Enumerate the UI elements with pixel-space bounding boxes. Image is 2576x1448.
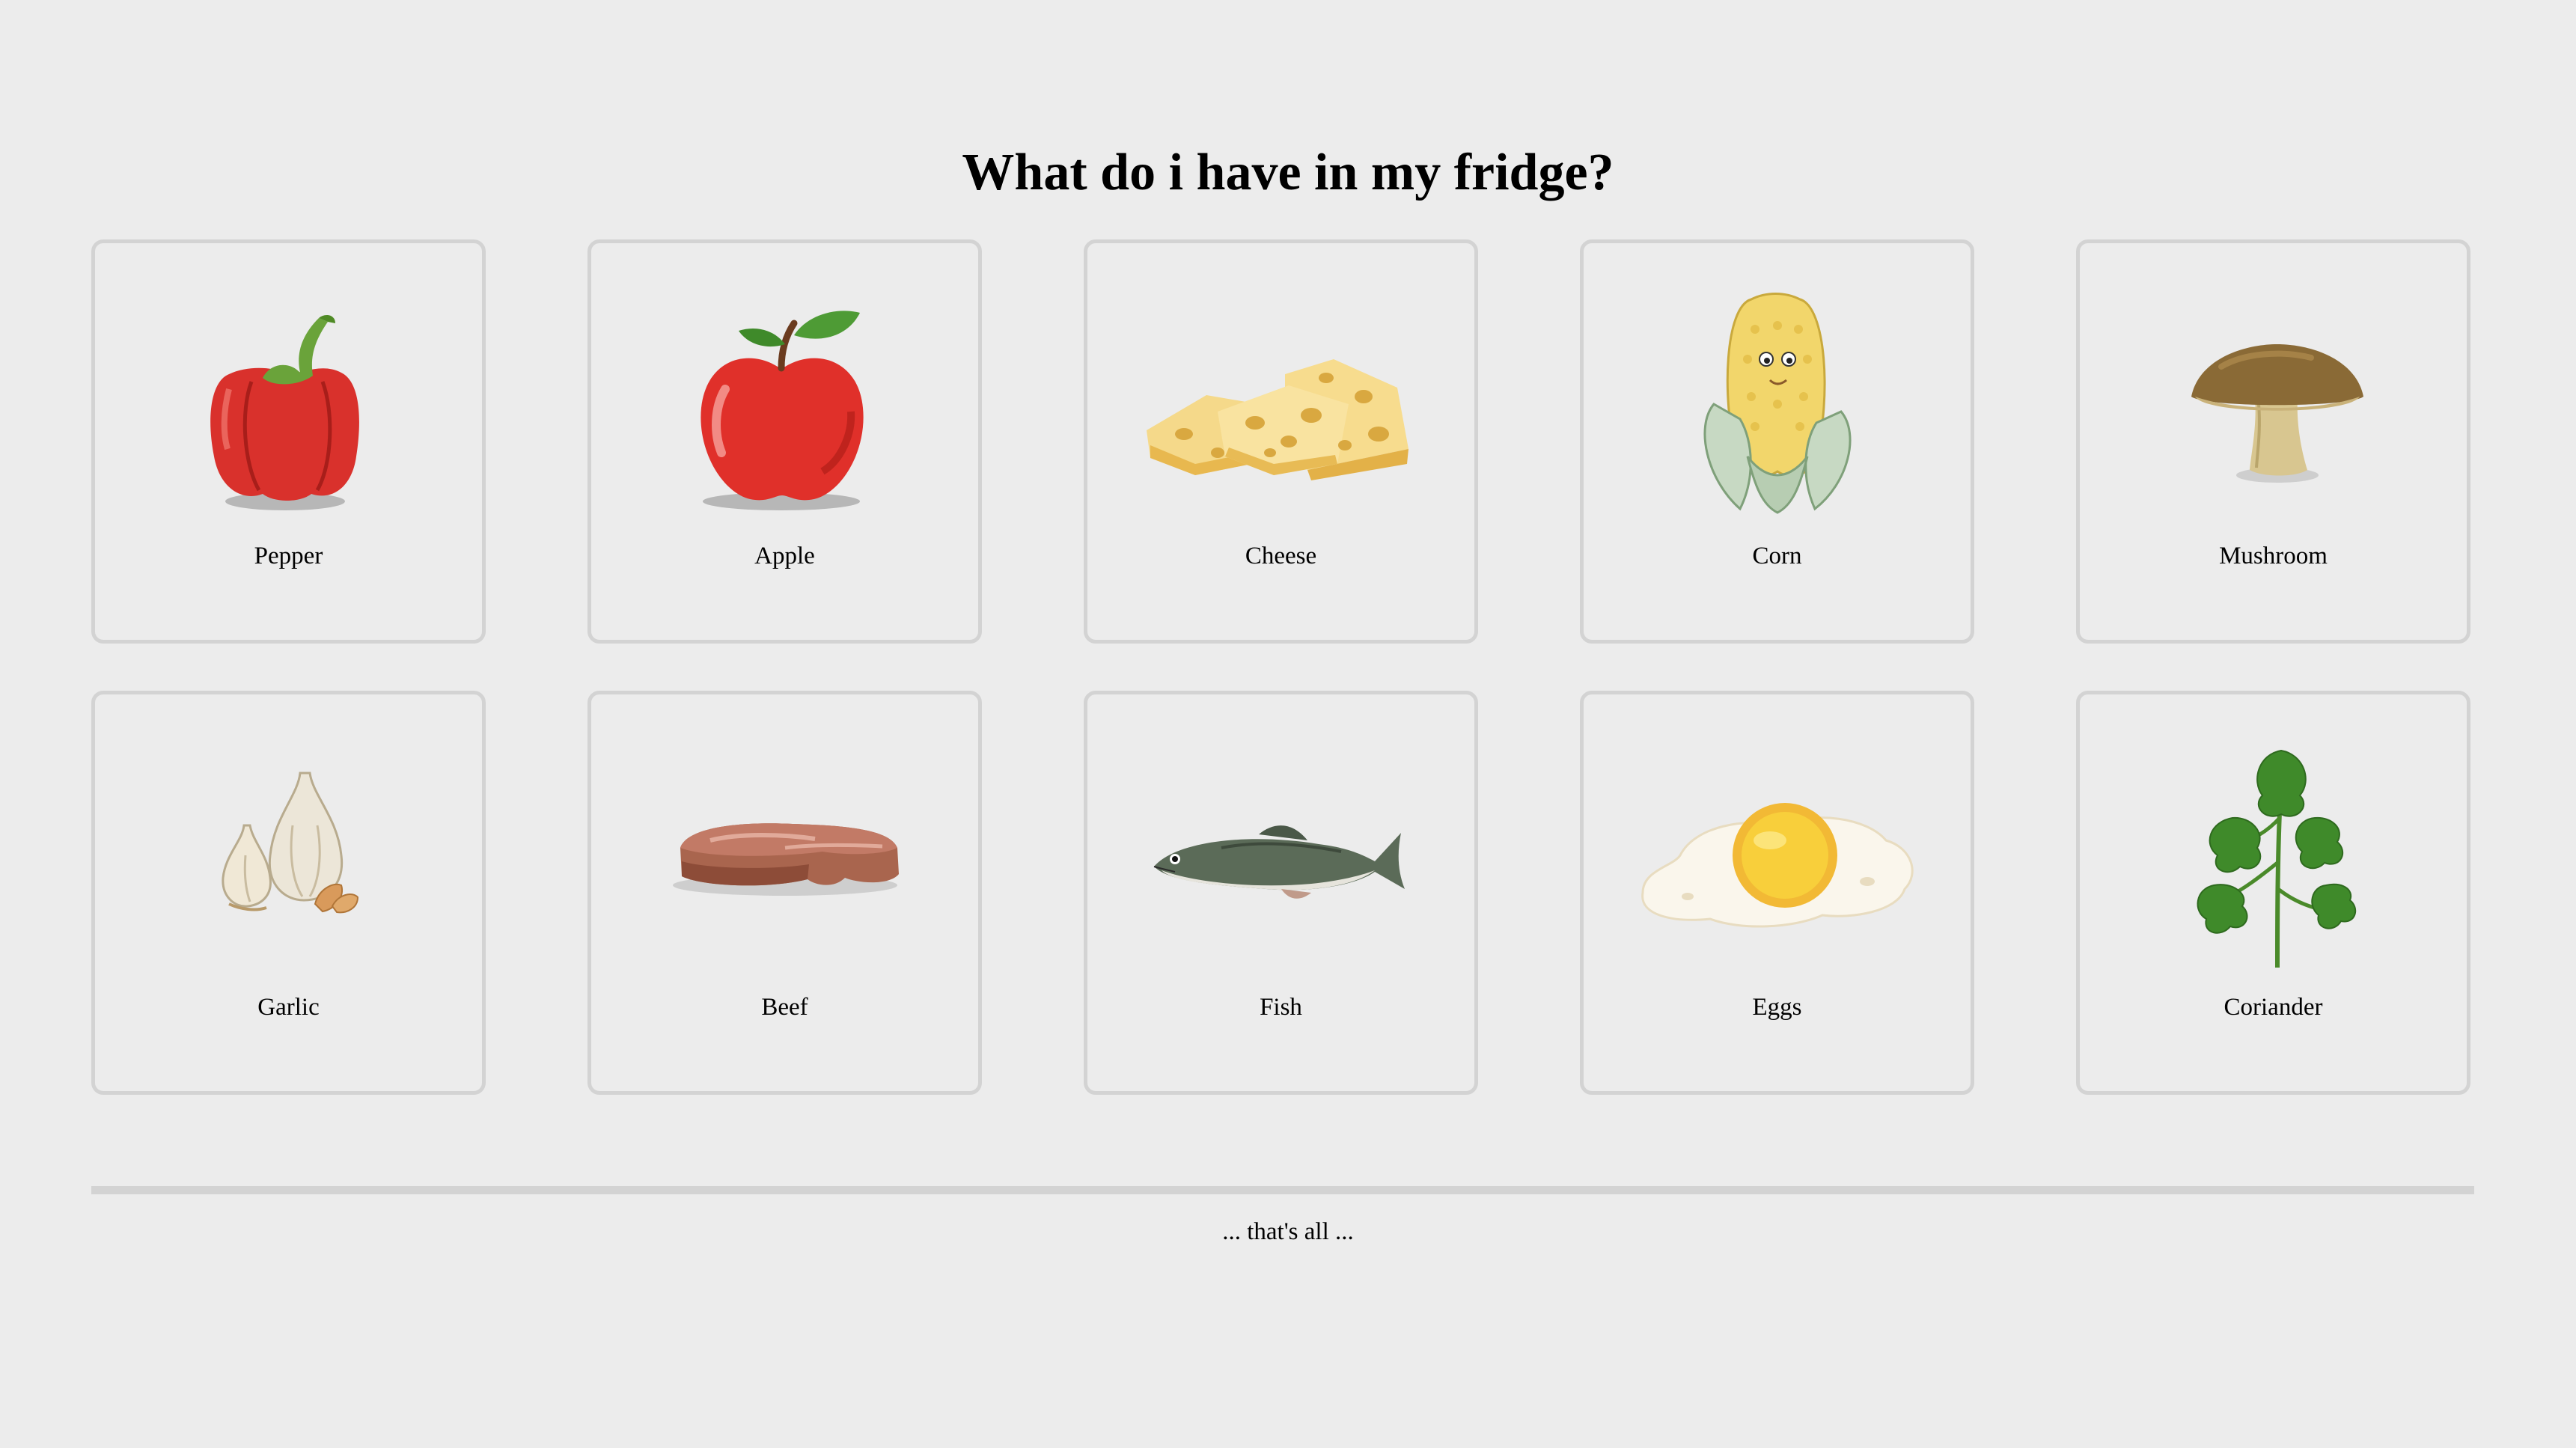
pepper-icon xyxy=(210,314,359,510)
ingredient-label: Garlic xyxy=(257,994,320,1021)
beef-icon xyxy=(672,823,899,896)
fish-icon xyxy=(1153,825,1405,899)
apple-icon xyxy=(700,311,864,510)
ingredient-card-eggs[interactable]: Eggs xyxy=(1580,691,1974,1095)
ingredient-label: Cheese xyxy=(1245,543,1317,569)
ingredient-card-corn[interactable]: Corn xyxy=(1580,239,1974,644)
garlic-icon xyxy=(221,772,358,914)
mushroom-icon xyxy=(2191,344,2363,483)
footer-note: ... that's all ... xyxy=(1222,1218,1354,1245)
divider xyxy=(91,1186,2474,1194)
ingredient-label: Pepper xyxy=(254,543,323,569)
ingredient-card-apple[interactable]: Apple xyxy=(587,239,982,644)
ingredient-card-fish[interactable]: Fish xyxy=(1084,691,1478,1095)
ingredient-card-garlic[interactable]: Garlic xyxy=(91,691,486,1095)
corn-icon xyxy=(1703,293,1852,514)
ingredient-label: Beef xyxy=(761,994,808,1021)
ingredient-card-beef[interactable]: Beef xyxy=(587,691,982,1095)
ingredient-label: Coriander xyxy=(2224,994,2323,1021)
ingredient-card-cheese[interactable]: Cheese xyxy=(1084,239,1478,644)
ingredient-grid: Pepper Apple Cheese Corn Mushroom Garlic… xyxy=(91,239,2474,1095)
ingredient-label: Corn xyxy=(1752,543,1802,569)
ingredient-label: Mushroom xyxy=(2219,543,2328,569)
page-title: What do i have in my fridge? xyxy=(962,144,1614,201)
ingredient-card-coriander[interactable]: Coriander xyxy=(2076,691,2470,1095)
ingredient-label: Apple xyxy=(754,543,815,569)
egg-icon xyxy=(1640,803,1914,928)
ingredient-label: Eggs xyxy=(1752,994,1802,1021)
ingredient-label: Fish xyxy=(1260,994,1302,1021)
cheese-icon xyxy=(1146,359,1408,480)
ingredient-card-pepper[interactable]: Pepper xyxy=(91,239,486,644)
ingredient-card-mushroom[interactable]: Mushroom xyxy=(2076,239,2470,644)
coriander-icon xyxy=(2197,749,2356,968)
